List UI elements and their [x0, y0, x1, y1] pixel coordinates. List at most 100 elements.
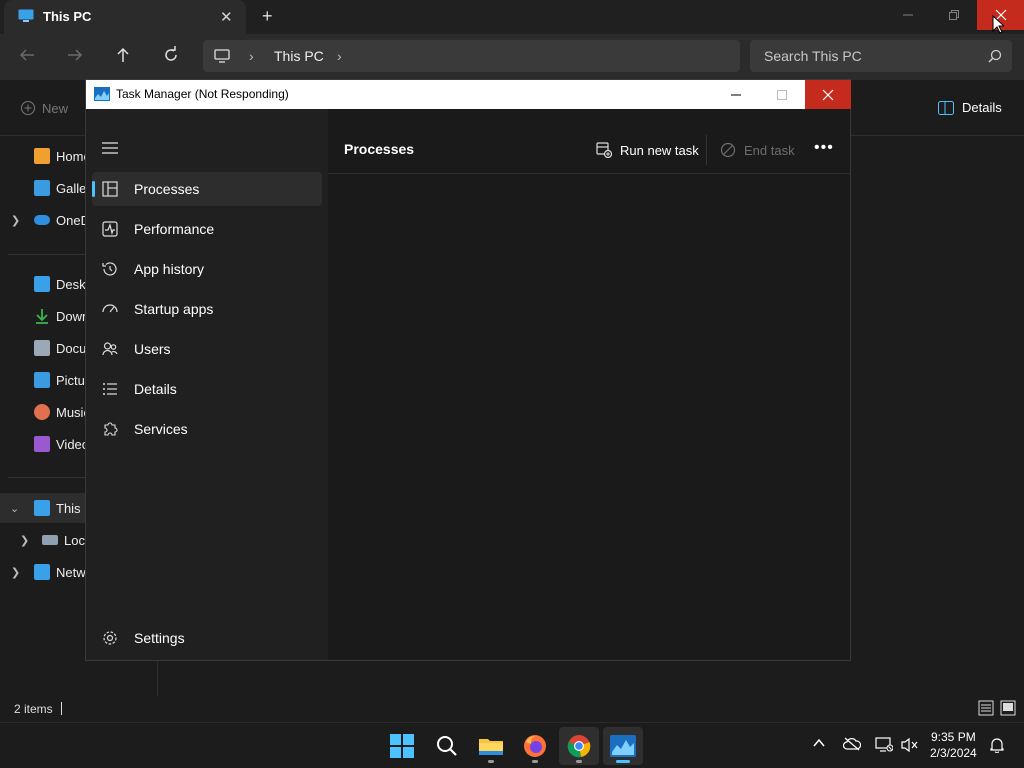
volume-muted-icon[interactable]: [901, 737, 919, 753]
more-options-button[interactable]: •••: [814, 139, 834, 157]
firefox-icon: [523, 734, 547, 758]
minimize-button[interactable]: [713, 80, 759, 109]
status-divider: [61, 702, 62, 715]
monitor-icon: [214, 48, 230, 64]
running-indicator: [576, 760, 582, 763]
start-button[interactable]: [382, 727, 422, 765]
users-icon: [102, 341, 118, 357]
address-field[interactable]: › This PC ›: [203, 40, 740, 72]
up-arrow-icon[interactable]: [114, 46, 132, 64]
tm-nav-settings[interactable]: Settings: [92, 621, 322, 655]
refresh-icon[interactable]: [162, 46, 180, 64]
details-pane-button[interactable]: Details: [938, 100, 1002, 115]
chevron-right-icon[interactable]: ❯: [11, 566, 20, 579]
clock[interactable]: 9:35 PM 2/3/2024: [930, 729, 977, 761]
pictures-icon: [34, 372, 50, 388]
chevron-right-icon[interactable]: ❯: [11, 214, 20, 227]
forward-arrow-icon[interactable]: [66, 46, 84, 64]
tm-nav-services[interactable]: Services: [92, 412, 322, 446]
new-label: New: [42, 100, 69, 116]
tm-nav-label: App history: [134, 261, 205, 277]
tm-nav-users[interactable]: Users: [92, 332, 322, 366]
task-manager-icon: [94, 87, 110, 101]
restore-button[interactable]: [931, 0, 977, 30]
chrome-icon: [567, 734, 591, 758]
taskbar-chrome[interactable]: [559, 727, 599, 765]
tm-nav-label: Users: [134, 341, 171, 357]
video-icon: [34, 436, 50, 452]
cloud-icon: [34, 215, 50, 225]
home-icon: [34, 148, 50, 164]
end-task-label: End task: [744, 142, 795, 158]
back-arrow-icon[interactable]: [18, 46, 36, 64]
active-indicator: [616, 760, 630, 763]
chevron-right-icon[interactable]: ›: [337, 48, 342, 64]
clock-time: 9:35 PM: [931, 730, 976, 744]
taskbar-file-explorer[interactable]: [471, 727, 511, 765]
performance-icon: [102, 221, 118, 237]
hamburger-menu-icon[interactable]: [102, 141, 118, 155]
tm-nav-label: Settings: [134, 630, 185, 646]
maximize-button[interactable]: [759, 80, 805, 109]
explorer-tab-bar: This PC ✕ +: [0, 0, 1024, 34]
search-input[interactable]: Search This PC: [750, 40, 1012, 72]
task-manager-title-bar[interactable]: Task Manager (Not Responding): [86, 80, 851, 109]
minimize-button[interactable]: [885, 0, 931, 30]
music-icon: [34, 404, 50, 420]
start-icon: [390, 734, 414, 758]
new-button[interactable]: New: [20, 100, 68, 116]
tm-nav-processes[interactable]: Processes: [92, 172, 322, 206]
clock-date: 2/3/2024: [930, 746, 977, 760]
details-label: Details: [962, 100, 1002, 115]
startup-gauge-icon: [102, 301, 118, 317]
taskbar-search-button[interactable]: [427, 727, 467, 765]
new-tab-button[interactable]: +: [262, 6, 273, 27]
tm-nav-label: Processes: [134, 181, 200, 197]
taskbar-firefox[interactable]: [515, 727, 555, 765]
running-indicator: [488, 760, 494, 763]
notification-bell-icon[interactable]: [989, 737, 1005, 753]
computer-icon: [34, 500, 50, 516]
chevron-right-icon[interactable]: ❯: [20, 534, 29, 547]
tm-nav-performance[interactable]: Performance: [92, 212, 322, 246]
chevron-up-icon[interactable]: [813, 737, 825, 749]
details-view-icon[interactable]: [978, 700, 994, 716]
drive-icon: [42, 535, 58, 545]
tm-nav-startup-apps[interactable]: Startup apps: [92, 292, 322, 326]
close-button[interactable]: [805, 80, 851, 109]
item-count: 2 items: [14, 702, 53, 716]
page-title: Processes: [344, 141, 415, 157]
run-task-icon: [596, 142, 612, 158]
search-placeholder: Search This PC: [764, 48, 862, 64]
file-explorer-icon: [478, 735, 504, 757]
taskbar-task-manager[interactable]: [603, 727, 643, 765]
tm-nav-label: Startup apps: [134, 301, 214, 317]
details-pane-icon: [938, 100, 954, 115]
tm-nav-app-history[interactable]: App history: [92, 252, 322, 286]
selection-indicator: [92, 181, 95, 197]
search-icon: [436, 735, 458, 757]
search-icon: [988, 49, 1002, 63]
gear-icon: [102, 630, 118, 646]
tm-nav-label: Services: [134, 421, 188, 437]
details-list-icon: [102, 381, 118, 397]
services-puzzle-icon: [102, 421, 118, 437]
processes-icon: [102, 181, 118, 197]
tiles-view-icon[interactable]: [1000, 700, 1016, 716]
tab-this-pc[interactable]: This PC ✕: [4, 0, 246, 34]
chevron-down-icon[interactable]: ⌄: [10, 502, 19, 515]
end-task-button[interactable]: End task: [720, 139, 795, 161]
taskbar: 9:35 PM 2/3/2024: [0, 722, 1024, 768]
running-indicator: [532, 760, 538, 763]
chevron-right-icon[interactable]: ›: [249, 48, 254, 64]
breadcrumb-this-pc[interactable]: This PC: [274, 48, 324, 64]
network-icon: [34, 564, 50, 580]
header-divider: [328, 173, 850, 174]
tab-close-button[interactable]: ✕: [220, 8, 233, 26]
tm-nav-details[interactable]: Details: [92, 372, 322, 406]
status-bar: 2 items: [0, 696, 1024, 722]
onedrive-offline-icon[interactable]: [843, 737, 861, 751]
network-status-icon[interactable]: [875, 737, 893, 753]
run-new-task-label: Run new task: [620, 142, 699, 158]
run-new-task-button[interactable]: Run new task: [596, 139, 699, 161]
